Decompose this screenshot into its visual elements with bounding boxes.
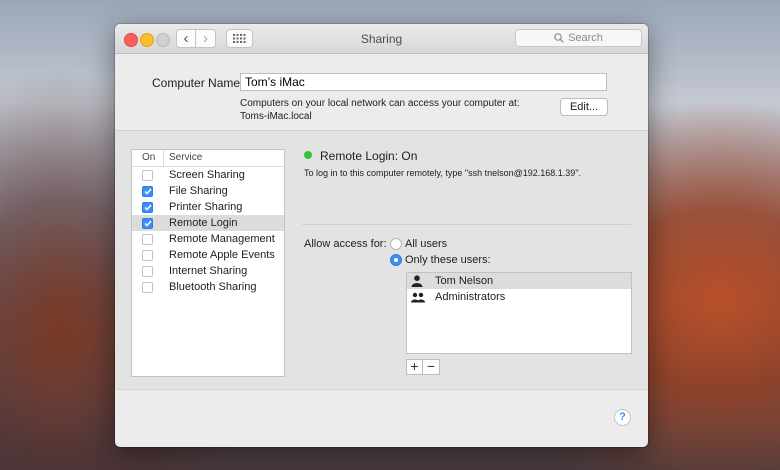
all-users-label[interactable]: All users	[405, 238, 447, 250]
service-checkbox[interactable]	[142, 185, 153, 197]
only-these-users-radio[interactable]	[390, 254, 402, 266]
service-label: File Sharing	[169, 185, 228, 197]
search-icon	[554, 33, 564, 43]
users-list: Tom Nelson Administrators	[406, 272, 632, 354]
service-status: Remote Login: On	[320, 149, 418, 163]
service-row[interactable]: File Sharing	[132, 183, 284, 199]
service-row[interactable]: Remote Apple Events	[132, 247, 284, 263]
user-row[interactable]: Administrators	[407, 289, 631, 305]
remove-user-button[interactable]: −	[423, 359, 440, 375]
service-row[interactable]: Screen Sharing	[132, 167, 284, 183]
service-checkbox[interactable]	[142, 265, 153, 277]
computer-name-field[interactable]	[240, 73, 607, 91]
status-indicator-icon	[304, 151, 312, 159]
service-checkbox[interactable]	[142, 217, 153, 229]
service-list-header: On Service	[132, 150, 284, 167]
allow-access-label: Allow access for:	[304, 238, 387, 250]
computer-name-section: Computer Name: Computers on your local n…	[115, 54, 648, 130]
address-description-line: Computers on your local network can acce…	[240, 98, 520, 109]
service-list: On Service Screen Sharing File Sharing Pri…	[131, 149, 285, 377]
group-icon	[411, 291, 425, 303]
user-row[interactable]: Tom Nelson	[407, 273, 631, 289]
service-checkbox[interactable]	[142, 233, 153, 245]
user-icon	[411, 275, 425, 287]
service-row[interactable]: Bluetooth Sharing	[132, 279, 284, 295]
column-header-service[interactable]: Service	[164, 150, 202, 166]
checkmark-icon	[143, 188, 152, 195]
column-header-on[interactable]: On	[132, 150, 164, 166]
computer-name-label: Computer Name:	[152, 76, 244, 90]
service-label: Remote Management	[169, 233, 275, 245]
service-label: Printer Sharing	[169, 201, 243, 213]
divider	[302, 224, 631, 225]
service-checkbox[interactable]	[142, 169, 153, 181]
user-name: Administrators	[435, 291, 506, 303]
service-row[interactable]: Remote Login	[132, 215, 284, 231]
service-description: To log in to this computer remotely, typ…	[304, 168, 582, 178]
service-label: Remote Login	[169, 217, 238, 229]
edit-hostname-button[interactable]: Edit...	[560, 98, 608, 116]
service-row[interactable]: Remote Management	[132, 231, 284, 247]
local-hostname: Toms-iMac.local	[240, 111, 312, 122]
service-checkbox[interactable]	[142, 281, 153, 293]
service-label: Bluetooth Sharing	[169, 281, 257, 293]
search-placeholder: Search	[568, 32, 603, 44]
only-these-users-label[interactable]: Only these users:	[405, 254, 491, 266]
help-button[interactable]: ?	[614, 409, 631, 426]
service-section: On Service Screen Sharing File Sharing Pri…	[115, 130, 648, 390]
service-label: Screen Sharing	[169, 169, 245, 181]
sharing-window: ‹ › Sharing Search Computer Name: C	[115, 24, 648, 447]
computer-address-description: Computers on your local network can acce…	[240, 97, 520, 123]
add-user-button[interactable]: +	[406, 359, 423, 375]
checkmark-icon	[143, 204, 152, 211]
checkmark-icon	[143, 220, 152, 227]
search-field[interactable]: Search	[515, 29, 642, 47]
all-users-radio[interactable]	[390, 238, 402, 250]
user-name: Tom Nelson	[435, 275, 494, 287]
service-checkbox[interactable]	[142, 201, 153, 213]
service-label: Remote Apple Events	[169, 249, 275, 261]
service-checkbox[interactable]	[142, 249, 153, 261]
service-label: Internet Sharing	[169, 265, 248, 277]
service-row[interactable]: Printer Sharing	[132, 199, 284, 215]
service-row[interactable]: Internet Sharing	[132, 263, 284, 279]
title-bar: ‹ › Sharing Search	[115, 24, 648, 54]
